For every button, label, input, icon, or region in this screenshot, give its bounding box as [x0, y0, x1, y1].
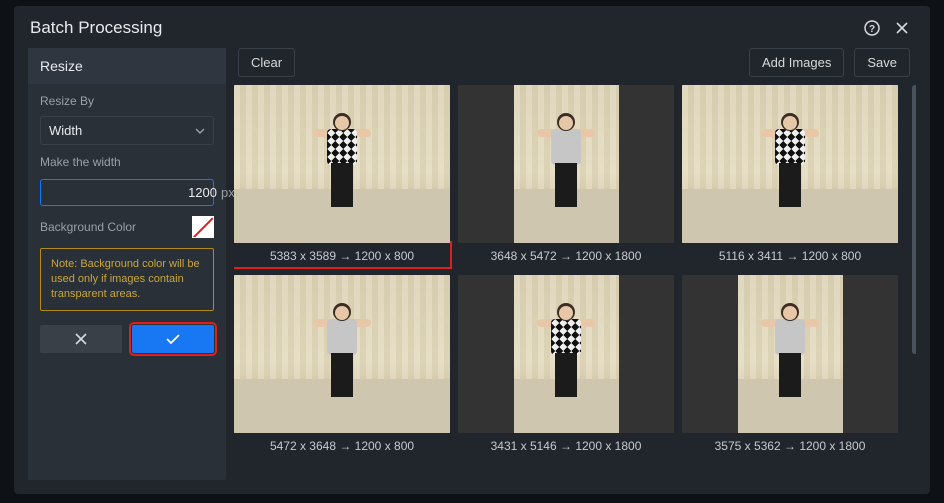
svg-text:?: ?	[869, 24, 875, 35]
image-card[interactable]: 3648 x 5472 → 1200 x 1800	[458, 85, 674, 267]
image-thumb	[682, 275, 898, 433]
image-caption: 5383 x 3589 → 1200 x 800	[234, 243, 450, 267]
apply-button[interactable]	[132, 325, 214, 353]
main-area: Clear Add Images Save 5383 x 3589 → 1200…	[234, 48, 916, 480]
image-card[interactable]: 5472 x 3648 → 1200 x 800	[234, 275, 450, 457]
x-icon	[74, 332, 88, 346]
image-card[interactable]: 5383 x 3589 → 1200 x 800	[234, 85, 450, 267]
background-note: Note: Background color will be used only…	[40, 248, 214, 311]
image-grid: 5383 x 3589 → 1200 x 800 3648 x 5472 → 12…	[234, 85, 916, 457]
add-images-button[interactable]: Add Images	[749, 48, 844, 77]
cancel-button[interactable]	[40, 325, 122, 353]
image-thumb	[458, 85, 674, 243]
image-thumb	[234, 275, 450, 433]
chevron-down-icon	[195, 128, 205, 134]
toolbar: Clear Add Images Save	[234, 48, 916, 85]
dialog-title: Batch Processing	[30, 18, 162, 38]
image-caption: 5116 x 3411 → 1200 x 800	[682, 243, 898, 267]
close-icon[interactable]	[890, 16, 914, 40]
image-card[interactable]: 3431 x 5146 → 1200 x 1800	[458, 275, 674, 457]
background-color-row: Background Color	[28, 206, 226, 238]
make-width-label: Make the width	[28, 145, 226, 173]
background-color-label: Background Color	[40, 220, 136, 234]
resize-sidebar: Resize Resize By Width Make the width px…	[28, 48, 226, 480]
resize-by-value: Width	[49, 123, 82, 138]
check-icon	[165, 333, 181, 345]
image-caption: 3648 x 5472 → 1200 x 1800	[458, 243, 674, 267]
dialog-titlebar: Batch Processing ?	[14, 6, 930, 48]
image-caption: 3575 x 5362 → 1200 x 1800	[682, 433, 898, 457]
image-thumb	[458, 275, 674, 433]
resize-by-label: Resize By	[28, 84, 226, 112]
width-input-wrap: px	[40, 179, 214, 206]
batch-processing-dialog: Batch Processing ? Resize Resize By Widt…	[14, 6, 930, 494]
sidebar-header: Resize	[28, 48, 226, 84]
save-button[interactable]: Save	[854, 48, 910, 77]
vertical-scrollbar[interactable]	[912, 85, 916, 480]
background-color-swatch[interactable]	[192, 216, 214, 238]
image-thumb	[682, 85, 898, 243]
width-input[interactable]	[41, 185, 219, 200]
help-icon[interactable]: ?	[860, 16, 884, 40]
clear-button[interactable]: Clear	[238, 48, 295, 77]
image-card[interactable]: 5116 x 3411 → 1200 x 800	[682, 85, 898, 267]
image-caption: 5472 x 3648 → 1200 x 800	[234, 433, 450, 457]
image-card[interactable]: 3575 x 5362 → 1200 x 1800	[682, 275, 898, 457]
image-caption: 3431 x 5146 → 1200 x 1800	[458, 433, 674, 457]
resize-by-select[interactable]: Width	[40, 116, 214, 145]
image-thumb	[234, 85, 450, 243]
